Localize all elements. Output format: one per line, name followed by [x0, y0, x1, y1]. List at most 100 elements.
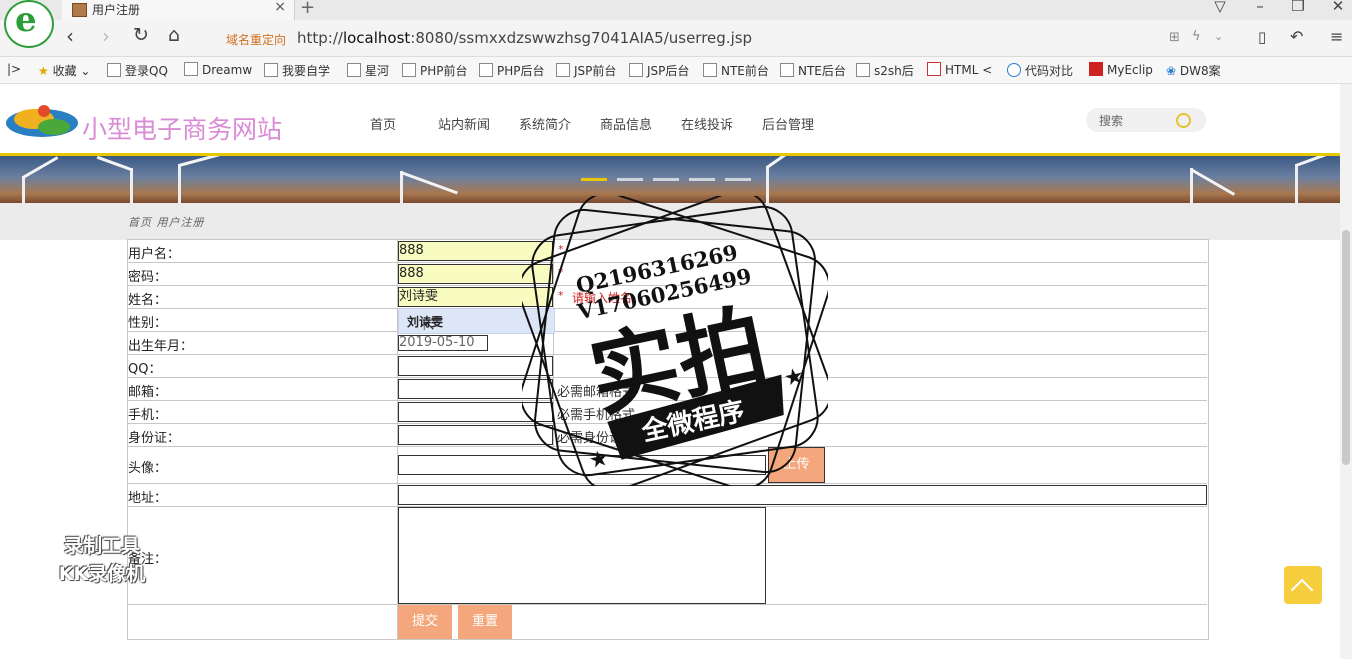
close-window-icon[interactable]: ✕ — [1328, 0, 1348, 15]
search-input[interactable]: 搜索 — [1099, 112, 1123, 129]
search-icon[interactable] — [1176, 113, 1191, 128]
bookmarks-toggle-icon[interactable]: |> — [7, 62, 21, 76]
bookmark-item[interactable]: Dreamw — [184, 62, 252, 77]
email-label: 邮箱： — [128, 385, 168, 400]
bookmark-icon — [1089, 62, 1103, 76]
undo-icon[interactable]: ↶ — [1290, 27, 1303, 46]
minimize-icon[interactable]: – — [1250, 0, 1270, 15]
reader-icon[interactable]: ▯ — [1258, 28, 1266, 46]
address-field[interactable] — [398, 485, 1207, 505]
recorder-watermark: 录制工具 KK录像机 — [32, 532, 172, 588]
bookmark-label: 代码对比 — [1025, 64, 1074, 78]
bookmark-item[interactable]: 代码对比 — [1007, 62, 1073, 79]
slider-dot-active[interactable] — [581, 178, 607, 181]
bookmark-item[interactable]: JSP前台 — [556, 62, 616, 79]
remark-textarea[interactable] — [398, 507, 766, 604]
bookmark-label: s2sh后 — [874, 64, 914, 78]
nav-admin[interactable]: 后台管理 — [762, 114, 814, 133]
restore-icon[interactable]: ❐ — [1288, 0, 1308, 15]
forward-icon[interactable]: › — [102, 24, 110, 48]
nav-news[interactable]: 站内新闻 — [438, 114, 490, 133]
shirt-skin-icon[interactable]: ▽ — [1210, 0, 1230, 15]
bookmark-icon — [927, 62, 941, 76]
slider-dot[interactable] — [725, 178, 751, 181]
bookmark-item[interactable]: NTE后台 — [780, 62, 846, 79]
password-label: 密码： — [128, 270, 168, 285]
qr-icon[interactable]: ⊞ — [1169, 30, 1180, 45]
bookmark-item[interactable]: JSP后台 — [629, 62, 689, 79]
url-field[interactable]: http://localhost:8080/ssmxxdzswwzhsg7041… — [297, 29, 752, 47]
nav-products[interactable]: 商品信息 — [600, 114, 652, 133]
bookmark-item[interactable]: s2sh后 — [856, 62, 914, 79]
bookmark-item[interactable]: HTML < — [927, 62, 992, 77]
mouse-cursor-icon: ⇱ — [423, 318, 435, 334]
submit-button[interactable]: 提交 — [398, 605, 452, 639]
bookmark-item[interactable]: ❀ DW8案 — [1166, 62, 1221, 79]
bookmark-item[interactable]: 登录QQ — [107, 62, 168, 79]
bookmark-label: PHP后台 — [497, 64, 545, 78]
slider-dot[interactable] — [689, 178, 715, 181]
bookmark-label: 登录QQ — [125, 64, 168, 78]
username-label: 用户名： — [128, 247, 181, 262]
lightning-icon[interactable]: ϟ — [1192, 29, 1201, 44]
bookmark-icon — [1007, 63, 1021, 77]
bookmark-label: HTML < — [945, 63, 993, 77]
browser-tab[interactable]: 用户注册 × — [62, 0, 295, 20]
avatar-label: 头像： — [128, 461, 168, 476]
chevron-down-icon[interactable]: ⌄ — [1214, 30, 1223, 43]
bookmark-icon — [856, 63, 870, 77]
bookmark-label: PHP前台 — [420, 64, 468, 78]
bookmark-icon — [629, 63, 643, 77]
birth-label: 出生年月： — [128, 339, 194, 354]
tab-close-icon[interactable]: × — [274, 0, 286, 15]
star-icon: ★ — [587, 446, 612, 475]
qq-label: QQ： — [128, 362, 162, 377]
birth-date-field[interactable]: 2019-05-10 — [398, 335, 488, 351]
scrollbar-thumb[interactable] — [1342, 230, 1350, 465]
browser-logo-icon: e — [4, 0, 54, 48]
bookmark-item[interactable]: ★ 收藏 ⌄ — [38, 62, 90, 79]
phone-label: 手机： — [128, 408, 168, 423]
breadcrumb: 首页 用户注册 — [128, 216, 205, 229]
nav-about[interactable]: 系统简介 — [519, 114, 571, 133]
bookmark-icon — [184, 62, 198, 76]
recorder-line1: 录制工具 — [63, 535, 140, 557]
site-title[interactable]: 小型电子商务网站 — [82, 110, 282, 146]
name-label: 姓名： — [128, 293, 168, 308]
bookmark-item[interactable]: MyEclip — [1089, 62, 1153, 77]
bookmark-icon — [347, 63, 361, 77]
redirect-label[interactable]: 域名重定向 — [226, 31, 286, 48]
recorder-line2: KK录像机 — [58, 563, 146, 585]
address-label: 地址： — [128, 491, 168, 506]
new-tab-button[interactable]: + — [300, 0, 315, 18]
url-host: localhost — [342, 29, 411, 47]
bookmark-label: 星河 — [365, 64, 390, 78]
gender-label: 性别： — [128, 316, 168, 331]
bookmark-label: MyEclip — [1107, 63, 1153, 77]
paw-icon: ❀ — [1166, 64, 1177, 78]
bookmark-item[interactable]: PHP后台 — [479, 62, 545, 79]
url-prefix: http:// — [297, 29, 343, 47]
nav-home[interactable]: 首页 — [370, 114, 396, 133]
slider-dot[interactable] — [617, 178, 643, 181]
refresh-icon[interactable]: ↻ — [133, 24, 149, 46]
slider-dot[interactable] — [653, 178, 679, 181]
bookmark-label: 收藏 — [52, 64, 77, 78]
menu-icon[interactable]: ≡ — [1330, 27, 1343, 46]
bookmark-label: Dreamw — [202, 63, 253, 77]
bookmark-item[interactable]: 我要自学 — [264, 62, 330, 79]
home-icon[interactable]: ⌂ — [168, 24, 180, 46]
nav-complaints[interactable]: 在线投诉 — [681, 114, 733, 133]
bookmark-item[interactable]: NTE前台 — [703, 62, 769, 79]
reset-button[interactable]: 重置 — [458, 605, 512, 639]
bookmark-item[interactable]: PHP前台 — [402, 62, 468, 79]
bookmark-label: 我要自学 — [282, 64, 331, 78]
form-row-divider — [127, 604, 1207, 605]
bookmark-label: JSP前台 — [574, 64, 617, 78]
bookmark-icon — [107, 63, 121, 77]
back-icon[interactable]: ‹ — [66, 24, 74, 48]
bookmark-icon — [402, 63, 416, 77]
bookmark-icon — [780, 63, 794, 77]
back-to-top-button[interactable] — [1284, 566, 1322, 604]
bookmark-item[interactable]: 星河 — [347, 62, 389, 79]
